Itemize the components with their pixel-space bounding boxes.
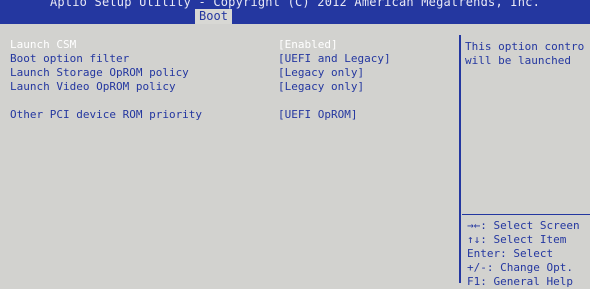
- setting-value[interactable]: [UEFI and Legacy]: [278, 52, 391, 66]
- setting-launch-csm[interactable]: Launch CSM [Enabled]: [10, 38, 338, 52]
- setting-boot-option-filter[interactable]: Boot option filter [UEFI and Legacy]: [10, 52, 391, 66]
- key-hint-select-item: ↑↓: Select Item: [467, 233, 567, 246]
- key-hint-change-option: +/-: Change Opt.: [467, 261, 573, 274]
- tab-boot[interactable]: Boot: [195, 9, 232, 24]
- setting-label: Launch CSM: [10, 38, 77, 51]
- help-line: This option contro: [465, 40, 585, 53]
- setting-value[interactable]: [Legacy only]: [278, 66, 364, 80]
- setting-launch-storage-oprom-policy[interactable]: Launch Storage OpROM policy [Legacy only…: [10, 66, 364, 80]
- setting-value[interactable]: [Enabled]: [278, 38, 338, 52]
- setting-label: Boot option filter: [10, 52, 130, 65]
- setting-label: Launch Storage OpROM policy: [10, 66, 189, 79]
- title-bar: Aptio Setup Utility - Copyright (C) 2012…: [0, 0, 590, 24]
- setting-label: Other PCI device ROM priority: [10, 108, 203, 121]
- key-hint-enter: Enter: Select: [467, 247, 554, 260]
- help-line: will be launched: [465, 54, 571, 67]
- setting-other-pci-device-rom-priority[interactable]: Other PCI device ROM priority [UEFI OpRO…: [10, 108, 357, 122]
- setting-launch-video-oprom-policy[interactable]: Launch Video OpROM policy [Legacy only]: [10, 80, 364, 94]
- setting-value[interactable]: [UEFI OpROM]: [278, 108, 357, 122]
- key-hint-select-screen: →←: Select Screen: [467, 219, 580, 232]
- setting-label: Launch Video OpROM policy: [10, 80, 176, 93]
- panel-divider: [459, 35, 461, 283]
- key-hint-general-help: F1: General Help: [467, 275, 573, 288]
- setup-title: Aptio Setup Utility - Copyright (C) 2012…: [49, 0, 541, 9]
- help-divider: [462, 214, 590, 215]
- setting-value[interactable]: [Legacy only]: [278, 80, 364, 94]
